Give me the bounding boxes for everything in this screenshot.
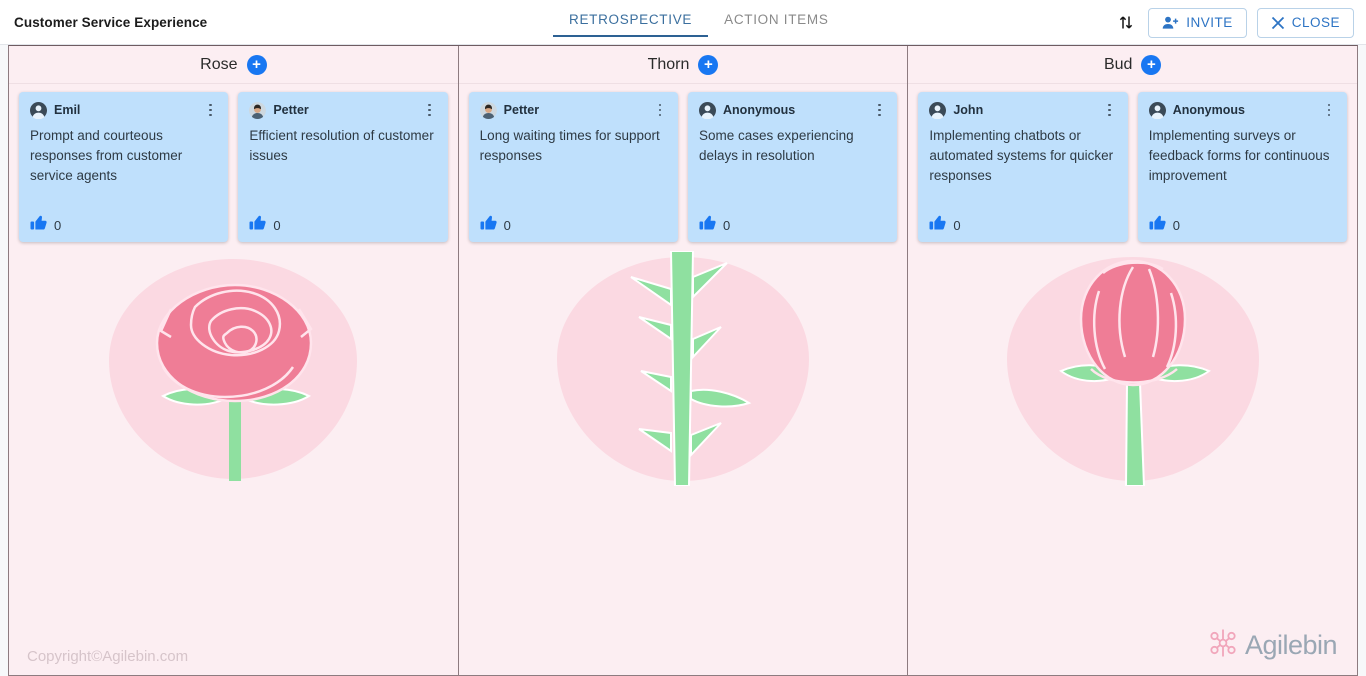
column-header-bud: Bud +: [908, 46, 1357, 84]
column-title: Rose: [200, 55, 238, 73]
column-bud: Bud + John Implementing chatbots or auto…: [907, 46, 1357, 675]
rose-flower-art: [103, 251, 363, 486]
card-menu-button[interactable]: [423, 101, 437, 119]
like-count: 0: [273, 217, 281, 233]
card-text: Long waiting times for support responses: [479, 128, 660, 163]
card[interactable]: Petter Efficient resolution of customer …: [238, 92, 448, 242]
column-title: Bud: [1103, 55, 1133, 73]
column-rose: Rose + Emil Prompt and courteous respons…: [9, 46, 458, 675]
brand-name: Agilebin: [1244, 630, 1338, 660]
card-header: Anonymous: [1148, 100, 1336, 120]
card-footer: 0: [699, 215, 886, 236]
card-text: Implementing chatbots or automated syste…: [929, 128, 1114, 183]
person-avatar-icon: [929, 101, 947, 119]
card-list-rose: Emil Prompt and courteous responses from…: [9, 84, 458, 242]
person-photo-avatar: [479, 101, 497, 119]
like-count: 0: [54, 217, 62, 233]
card-header: Anonymous: [699, 100, 886, 120]
card[interactable]: John Implementing chatbots or automated …: [918, 92, 1128, 242]
card-author: Petter: [273, 103, 309, 117]
card-footer: 0: [30, 215, 217, 236]
column-thorn: Thorn + Agilebin.com: [457, 46, 908, 675]
card[interactable]: Anonymous Some cases experiencing delays…: [688, 92, 898, 242]
close-button[interactable]: CLOSE: [1256, 7, 1354, 38]
like-count: 0: [953, 217, 961, 233]
thumbs-up-icon[interactable]: [30, 215, 47, 236]
card-footer: 0: [249, 215, 436, 236]
top-actions: INVITE CLOSE: [1114, 0, 1354, 45]
column-title: Thorn: [647, 55, 690, 73]
card-menu-button[interactable]: [1322, 101, 1336, 119]
flower-mark-icon: [1208, 628, 1238, 663]
column-header-thorn: Thorn +: [458, 46, 908, 84]
card-text: Some cases experiencing delays in resolu…: [699, 128, 854, 163]
card-header: Emil: [30, 100, 217, 120]
card-footer: 0: [929, 215, 1116, 236]
card-header: Petter: [479, 100, 667, 120]
card-list-thorn: Petter Long waiting times for support re…: [459, 84, 908, 242]
card-text: Efficient resolution of customer issues: [249, 128, 434, 163]
card-text: Implementing surveys or feedback forms f…: [1148, 128, 1330, 183]
person-add-icon: [1162, 15, 1179, 30]
card-menu-button[interactable]: [872, 101, 886, 119]
person-avatar-icon: [30, 101, 47, 119]
card-author: Emil: [54, 103, 81, 117]
person-avatar-icon: [1148, 101, 1166, 119]
watermark-text: Agilebin.com: [459, 404, 908, 473]
add-card-button-bud[interactable]: +: [1141, 54, 1162, 75]
card-menu-button[interactable]: [1103, 101, 1117, 119]
card-header: Petter: [249, 100, 436, 120]
thorn-stem-art: [553, 250, 813, 487]
card[interactable]: Emil Prompt and courteous responses from…: [19, 92, 229, 242]
card-author: John: [953, 103, 984, 117]
like-count: 0: [503, 217, 511, 233]
agilebin-logo: Agilebin: [1208, 628, 1338, 663]
close-label: CLOSE: [1291, 15, 1340, 30]
column-header-rose: Rose +: [9, 46, 458, 84]
thumbs-up-icon[interactable]: [699, 215, 716, 236]
person-avatar-icon: [699, 101, 717, 119]
tab-bar: RETROSPECTIVE ACTION ITEMS: [553, 0, 845, 45]
like-count: 0: [1172, 217, 1180, 233]
card-footer: 0: [1149, 215, 1336, 236]
sort-arrows-icon[interactable]: [1114, 10, 1138, 36]
thumbs-up-icon[interactable]: [929, 215, 947, 236]
person-photo-avatar: [249, 101, 267, 119]
invite-button[interactable]: INVITE: [1148, 7, 1247, 38]
thumbs-up-icon[interactable]: [249, 215, 267, 236]
card-author: Anonymous: [723, 103, 796, 117]
card-footer: 0: [480, 215, 667, 236]
add-card-button-thorn[interactable]: +: [698, 54, 719, 75]
add-card-button-rose[interactable]: +: [246, 54, 267, 75]
card-header: John: [929, 100, 1116, 120]
card-menu-button[interactable]: [653, 101, 667, 119]
copyright-text: Copyright©Agilebin.com: [27, 648, 189, 665]
thumbs-up-icon[interactable]: [1149, 215, 1166, 236]
thumbs-up-icon[interactable]: [480, 215, 497, 236]
card-author: Anonymous: [1172, 103, 1245, 117]
retrospective-board: Rose + Emil Prompt and courteous respons…: [8, 45, 1358, 676]
card-list-bud: John Implementing chatbots or automated …: [908, 84, 1357, 242]
tab-action-items[interactable]: ACTION ITEMS: [708, 0, 844, 44]
invite-label: INVITE: [1186, 15, 1233, 30]
page-title: Customer Service Experience: [14, 15, 208, 30]
card-menu-button[interactable]: [203, 101, 217, 119]
card[interactable]: Petter Long waiting times for support re…: [468, 92, 679, 242]
close-icon: [1271, 16, 1285, 30]
rose-bud-art: [1003, 251, 1263, 487]
like-count: 0: [723, 217, 731, 233]
tab-retrospective[interactable]: RETROSPECTIVE: [553, 0, 709, 44]
card[interactable]: Anonymous Implementing surveys or feedba…: [1137, 92, 1348, 242]
card-author: Petter: [503, 103, 540, 117]
card-text: Prompt and courteous responses from cust…: [30, 128, 183, 183]
top-bar: Customer Service Experience RETROSPECTIV…: [0, 0, 1366, 45]
